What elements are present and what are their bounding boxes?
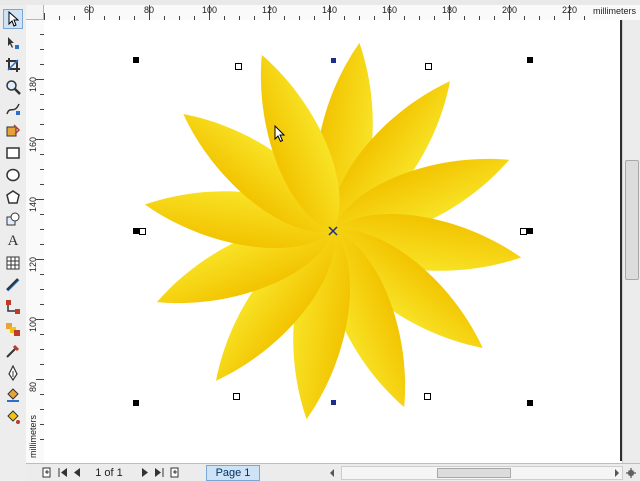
outline-pen-tool-icon [8,365,18,381]
shape-tool-icon [8,37,19,49]
shape-node[interactable] [520,228,527,235]
ruler-tick-label: 120 [262,5,278,15]
outline-pen-tool-button[interactable] [3,363,23,383]
ellipse-tool-button[interactable] [3,165,23,185]
document-navigator: 1 of 1 Page 1 [26,463,640,481]
drawing-canvas[interactable] [44,20,622,463]
shape-node[interactable] [235,63,242,70]
zoom-tool-icon [6,80,21,95]
ruler-tick-label: 160 [382,5,398,15]
selection-handle-bottom-right[interactable] [527,400,533,406]
add-page-before-icon[interactable] [40,464,54,481]
scroll-left-arrow[interactable] [326,464,338,481]
page-counter: 1 of 1 [95,466,123,479]
ruler-tick-label: 180 [28,76,38,92]
toolbox: A [0,5,27,480]
dimension-tool-button[interactable] [3,275,23,295]
dimension-tool-icon [6,278,20,292]
vertical-scroll-thumb[interactable] [625,160,639,280]
basic-shapes-tool-icon [6,212,20,226]
connector-tool-button[interactable] [3,297,23,317]
basic-shapes-tool-button[interactable] [3,209,23,229]
ruler-tick-label: 120 [28,256,38,272]
ruler-tick-label: 220 [562,5,578,15]
rectangle-tool-button[interactable] [3,143,23,163]
flower-artwork[interactable] [44,20,622,463]
interactive-fill-tool-button[interactable] [3,407,23,427]
crop-tool-icon [6,58,20,72]
ellipse-tool-icon [6,168,20,182]
rectangle-tool-icon [6,147,20,159]
table-tool-icon [6,256,20,270]
shape-tool-button[interactable] [3,33,23,53]
ruler-tick-label: 100 [28,316,38,332]
selection-handle-bottom-left[interactable] [133,400,139,406]
shape-node[interactable] [425,63,432,70]
horizontal-ruler[interactable]: 60 80 100 120 140 160 180 200 220 millim… [44,5,640,21]
smart-fill-tool-icon [6,124,21,137]
freehand-tool-button[interactable] [3,99,23,119]
smart-fill-tool-button[interactable] [3,121,23,141]
crop-tool-button[interactable] [3,55,23,75]
eyedropper-tool-button[interactable] [3,341,23,361]
ruler-tick-label: 100 [202,5,218,15]
ruler-units-label: millimeters [28,414,38,458]
horizontal-scrollbar[interactable] [341,466,623,480]
ruler-tick-label: 160 [28,136,38,152]
text-tool-button[interactable]: A [3,231,23,251]
pick-tool-button[interactable] [3,9,23,29]
selection-handle-bottom-center[interactable] [331,400,336,405]
shape-node[interactable] [233,393,240,400]
first-page-button[interactable] [56,464,70,481]
blend-tool-button[interactable] [3,319,23,339]
ruler-tick-label: 140 [322,5,338,15]
ruler-tick-label: 140 [28,196,38,212]
ruler-tick-label: 80 [144,5,155,15]
add-page-after-icon[interactable] [168,464,182,481]
horizontal-ruler-ticks [44,5,585,20]
polygon-tool-button[interactable] [3,187,23,207]
ruler-tick-label: 200 [502,5,518,15]
connector-tool-icon [6,300,20,314]
blend-tool-icon [6,323,20,336]
ruler-origin-corner[interactable] [26,5,44,20]
next-page-button[interactable] [138,464,152,481]
polygon-tool-icon [6,190,20,204]
fill-tool-button[interactable] [3,385,23,405]
ruler-units-label: millimeters [592,6,636,16]
last-page-button[interactable] [152,464,166,481]
navigator-icon[interactable] [624,464,638,481]
fill-tool-icon [7,388,19,402]
selection-handle-top-center[interactable] [331,58,336,63]
horizontal-scroll-thumb[interactable] [437,468,511,478]
page-tab[interactable]: Page 1 [206,465,260,481]
pick-tool-icon [8,11,20,27]
selection-handle-top-right[interactable] [527,57,533,63]
text-tool-icon: A [7,232,19,249]
interactive-fill-tool-icon [7,410,20,424]
eyedropper-tool-icon [6,344,20,358]
previous-page-button[interactable] [70,464,84,481]
selection-handle-top-left[interactable] [133,57,139,63]
vertical-ruler[interactable]: 180 160 140 120 100 80 millimeters [26,20,45,463]
ruler-tick-label: 180 [442,5,458,15]
ruler-tick-label: 80 [28,381,38,392]
scroll-right-arrow[interactable] [611,464,623,481]
mouse-cursor-icon [274,125,286,143]
zoom-tool-button[interactable] [3,77,23,97]
ruler-tick-label: 60 [84,5,95,15]
freehand-tool-icon [6,103,20,115]
selection-handle-middle-right[interactable] [527,228,533,234]
vertical-scrollbar[interactable] [622,20,640,463]
table-tool-button[interactable] [3,253,23,273]
shape-node[interactable] [424,393,431,400]
shape-node[interactable] [139,228,146,235]
